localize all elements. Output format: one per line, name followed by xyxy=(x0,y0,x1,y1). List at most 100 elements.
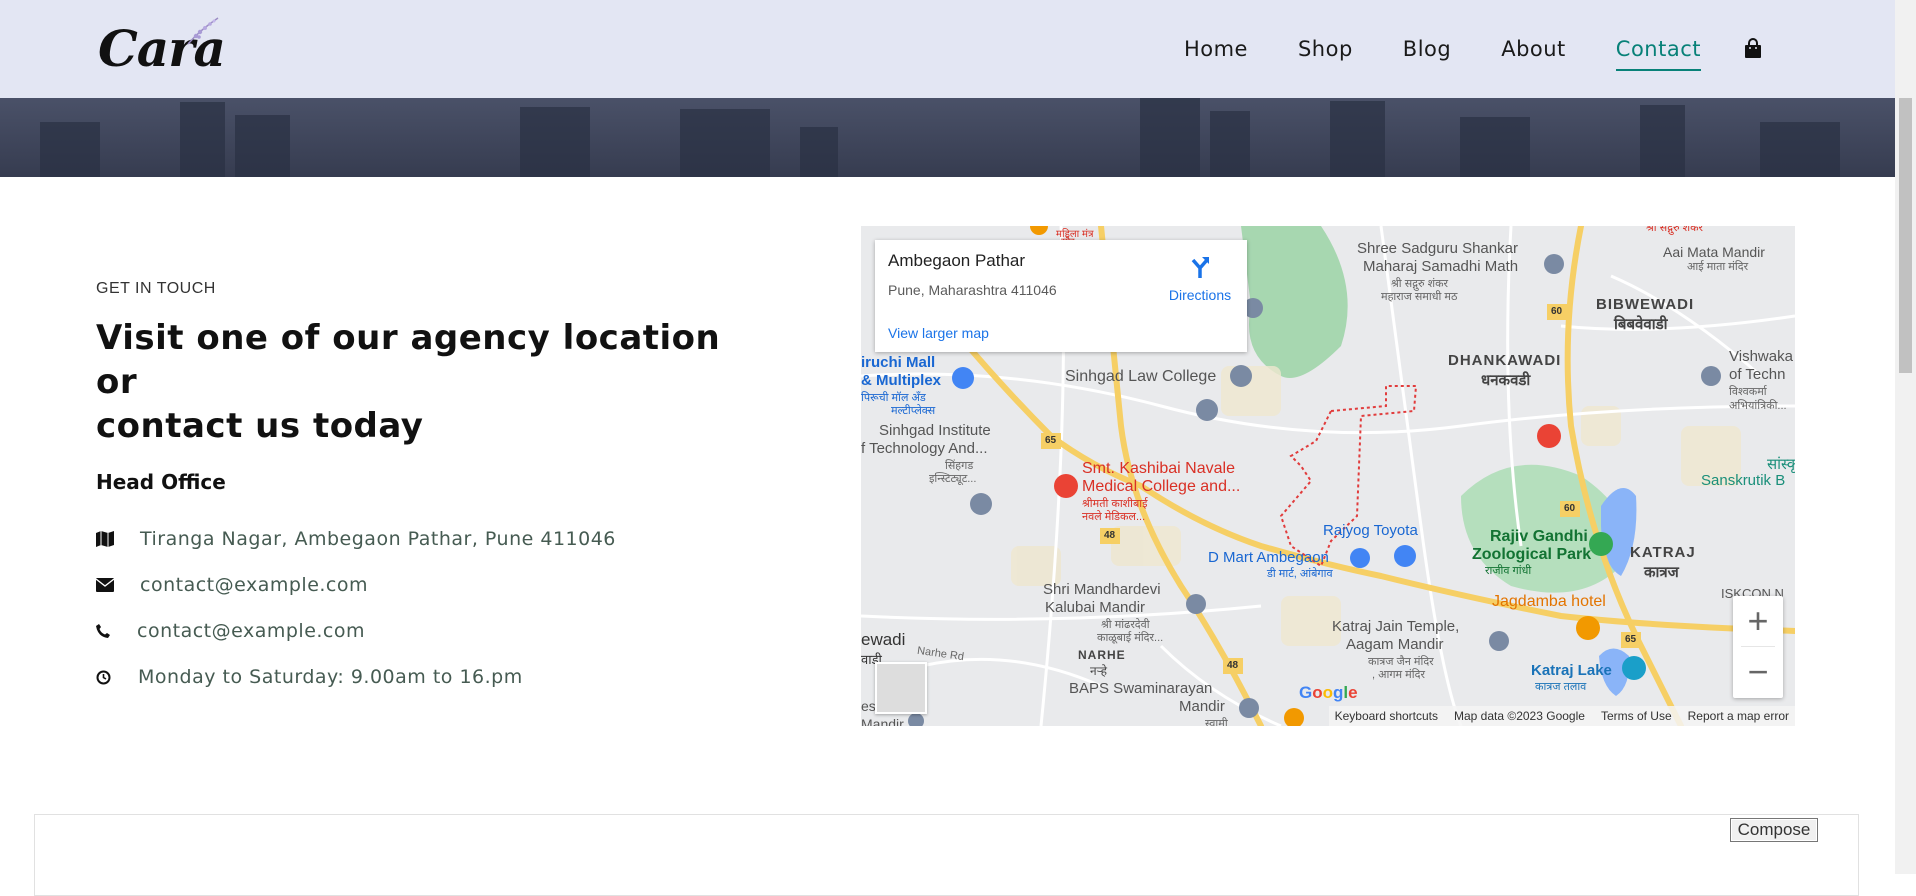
map-label: अभियांत्रिकी... xyxy=(1729,400,1787,412)
map-label: of Techn xyxy=(1729,366,1786,383)
terms-of-use-link[interactable]: Terms of Use xyxy=(1601,709,1672,723)
nav-about[interactable]: About xyxy=(1501,31,1566,67)
map-data-text: Map data ©2023 Google xyxy=(1454,709,1585,723)
map-label: श्री सद्गुरु शंकर xyxy=(1646,226,1704,234)
map-label: Katraj Lake xyxy=(1531,662,1612,679)
contact-details: GET IN TOUCH Visit one of our agency loc… xyxy=(96,280,736,700)
zoom-in-button[interactable]: + xyxy=(1733,596,1783,646)
road-shield: 60 xyxy=(1564,503,1576,514)
map-label: Mandir xyxy=(861,716,904,726)
address-row: Tiranga Nagar, Ambegaon Pathar, Pune 411… xyxy=(96,516,736,562)
map-label: राजीव गांधी xyxy=(1485,565,1532,577)
compose-button[interactable]: Compose xyxy=(1730,818,1818,842)
map-label: NARHE xyxy=(1078,648,1126,662)
map-label: Vishwaka xyxy=(1729,348,1793,365)
phone-row: contact@example.com xyxy=(96,608,736,654)
map-label: Mandir xyxy=(1179,698,1225,715)
phone-text: contact@example.com xyxy=(137,620,365,642)
road-shield: 65 xyxy=(1625,634,1637,645)
map-label: BIBWEWADI xyxy=(1596,296,1695,313)
google-map[interactable]: 65 48 48 60 60 65 Shree Sadguru Shankar … xyxy=(861,226,1795,726)
map-label: Sinhgad Institute xyxy=(879,422,991,439)
map-label: Maharaj Samadhi Math xyxy=(1363,258,1519,275)
map-label: Aai Mata Mandir xyxy=(1663,244,1765,260)
section-kicker: GET IN TOUCH xyxy=(96,280,216,297)
place-address: Pune, Maharashtra 411046 xyxy=(888,282,1057,298)
map-label: Katraj Jain Temple, xyxy=(1332,618,1460,635)
map-label: मल्टीप्लेक्स xyxy=(891,405,936,417)
map-label: & Multiplex xyxy=(861,372,942,389)
nav-home[interactable]: Home xyxy=(1184,31,1248,67)
envelope-icon xyxy=(96,578,114,592)
place-title: Ambegaon Pathar xyxy=(888,251,1026,270)
map-label: काळूबाई मंदिर... xyxy=(1097,632,1164,644)
map-label: Smt. Kashibai Navale xyxy=(1082,460,1235,477)
head-office-heading: Head Office xyxy=(96,470,226,494)
map-label: स्वामी xyxy=(1205,718,1228,726)
place-info-card: Ambegaon Pathar Pune, Maharashtra 411046… xyxy=(875,240,1247,352)
zoom-out-button[interactable]: − xyxy=(1733,647,1783,697)
map-label: Zoological Park xyxy=(1472,546,1592,563)
zoom-controls: + − xyxy=(1733,596,1783,698)
email-text: contact@example.com xyxy=(140,574,368,596)
report-map-error-link[interactable]: Report a map error xyxy=(1688,709,1789,723)
road-shield: 48 xyxy=(1227,660,1239,671)
map-icon xyxy=(96,531,114,547)
map-label: Medical College and... xyxy=(1082,478,1241,495)
map-label: आई माता मंदिर xyxy=(1687,261,1749,273)
street-view-pegman[interactable] xyxy=(875,662,927,714)
map-label: Rajiv Gandhi xyxy=(1490,528,1588,545)
map-label: Jagdamba hotel xyxy=(1492,593,1606,610)
nav-contact[interactable]: Contact xyxy=(1615,31,1702,71)
map-label: Shree Sadguru Shankar xyxy=(1357,240,1518,257)
map-label: Sinhgad Law College xyxy=(1065,368,1217,385)
map-label: , आगम मंदिर xyxy=(1372,669,1425,681)
map-label: कात्रज xyxy=(1644,564,1679,581)
map-label: D Mart Ambegaon xyxy=(1208,549,1329,566)
page-banner xyxy=(0,98,1895,177)
map-label: इन्स्टिट्यूट... xyxy=(929,473,977,485)
clock-icon xyxy=(96,670,111,684)
scrollbar-thumb[interactable] xyxy=(1899,98,1912,373)
road-shield: 48 xyxy=(1104,530,1116,541)
main-nav: Home Shop Blog About Contact xyxy=(1134,31,1763,71)
map-label: कात्रज तलाव xyxy=(1535,681,1587,693)
map-label: Sanskrutik B xyxy=(1701,472,1786,489)
map-label: Rajyog Toyota xyxy=(1323,522,1418,539)
map-label: महाराज समाधी मठ xyxy=(1381,291,1458,303)
map-label: f Technology And... xyxy=(861,440,988,457)
map-label: DHANKAWADI xyxy=(1448,352,1562,369)
map-label: BAPS Swaminarayan xyxy=(1069,680,1213,697)
map-label: बिबवेवाडी xyxy=(1614,316,1668,333)
map-label: Aagam Mandir xyxy=(1346,636,1444,653)
nav-shop[interactable]: Shop xyxy=(1298,31,1353,67)
hours-text: Monday to Saturday: 9.00am to 16.pm xyxy=(138,666,523,688)
phone-icon xyxy=(96,624,110,638)
section-headline: Visit one of our agency location or cont… xyxy=(96,316,736,448)
view-larger-map-link[interactable]: View larger map xyxy=(888,325,989,341)
map-label: सांस्कृ xyxy=(1767,456,1795,473)
road-shield: 65 xyxy=(1045,435,1057,446)
headline-line-1: Visit one of our agency location or xyxy=(96,318,721,402)
map-label: नऱ्हे xyxy=(1090,664,1107,678)
shopping-bag-icon[interactable] xyxy=(1743,38,1763,60)
directions-button[interactable]: Directions xyxy=(1160,254,1240,303)
nav-blog[interactable]: Blog xyxy=(1403,31,1451,67)
headline-line-2: contact us today xyxy=(96,406,424,446)
hours-row: Monday to Saturday: 9.00am to 16.pm xyxy=(96,654,736,700)
directions-icon xyxy=(1191,257,1209,278)
logo[interactable]: Cara xyxy=(98,17,226,74)
map-label: es xyxy=(861,698,876,714)
road-shield: 60 xyxy=(1551,306,1563,317)
lavender-sprig-icon xyxy=(187,17,219,45)
directions-label: Directions xyxy=(1168,287,1232,303)
map-attribution: Keyboard shortcuts Map data ©2023 Google… xyxy=(1328,706,1795,726)
scrollbar[interactable] xyxy=(1895,0,1916,874)
site-header: Cara Home Shop Blog About Contact xyxy=(0,0,1895,98)
email-row: contact@example.com xyxy=(96,562,736,608)
map-label: Shri Mandhardevi xyxy=(1043,581,1161,598)
keyboard-shortcuts-link[interactable]: Keyboard shortcuts xyxy=(1335,709,1438,723)
map-label: विश्वकर्मा xyxy=(1729,386,1767,398)
map-label: Kalubai Mandir xyxy=(1045,599,1146,616)
map-label: KATRAJ xyxy=(1630,544,1696,561)
